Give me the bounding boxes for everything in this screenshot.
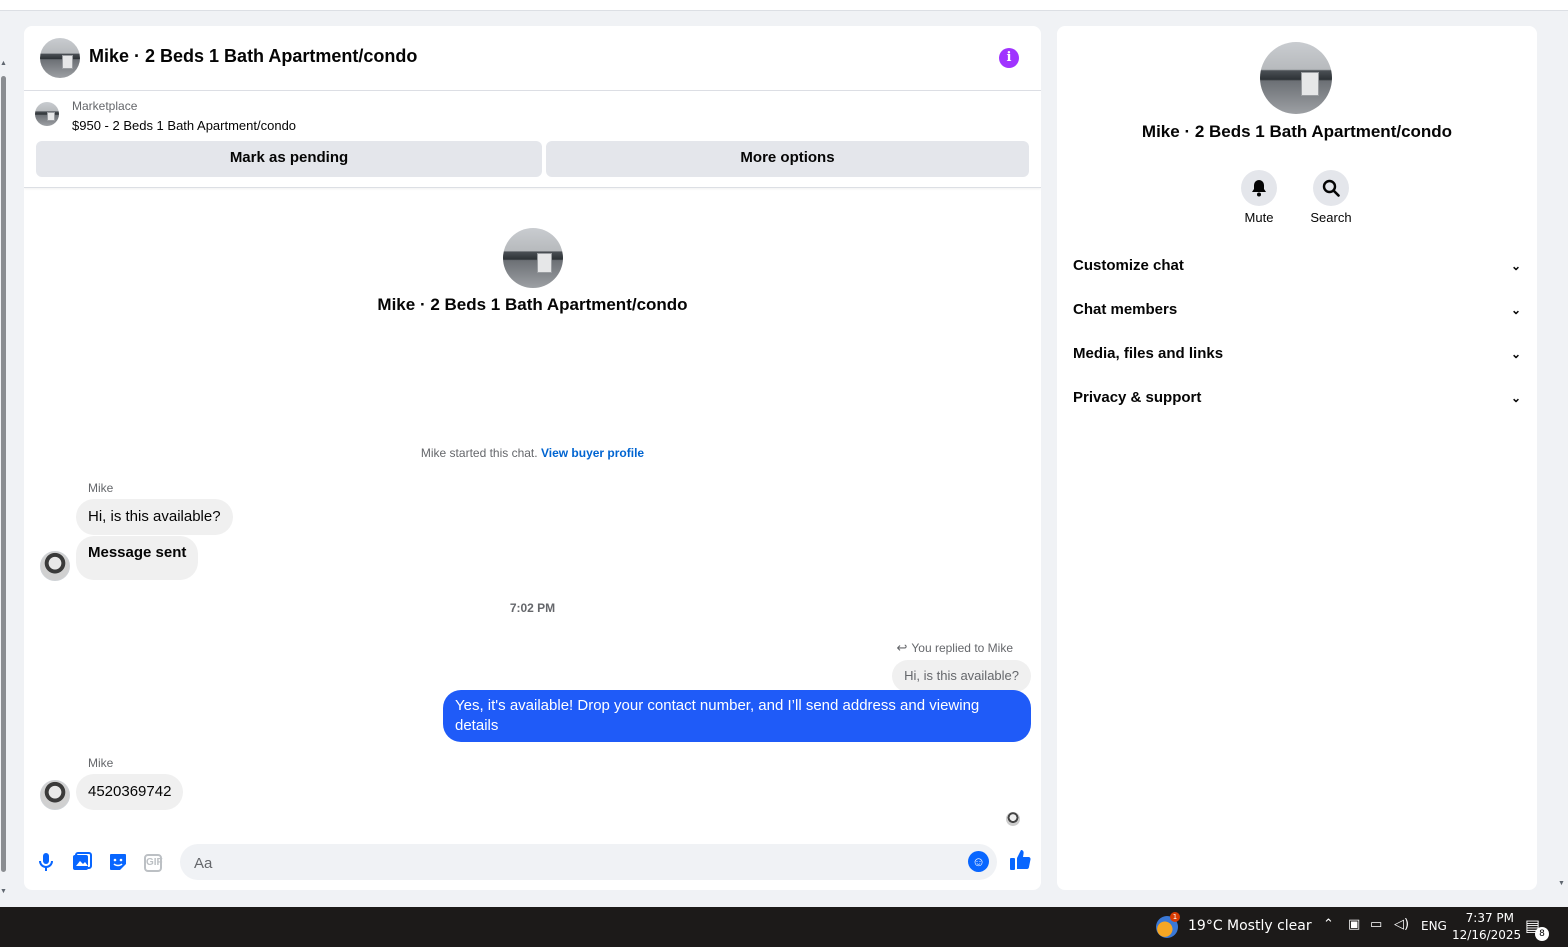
seen-receipt-avatar [1006, 812, 1020, 826]
message-composer: GIF ☺ [24, 842, 1041, 890]
language-indicator[interactable]: ENG [1421, 919, 1447, 933]
section-label: Media, files and links [1073, 345, 1224, 362]
section-label: Customize chat [1073, 257, 1184, 274]
sender-name: Mike [88, 756, 114, 770]
incoming-message[interactable]: Hi, is this available? [76, 499, 233, 535]
notifications-badge: 8 [1535, 927, 1549, 941]
mike-avatar[interactable] [40, 551, 70, 581]
outgoing-message[interactable]: Yes, it's available! Drop your contact n… [443, 690, 1031, 742]
thumbs-up-icon[interactable] [1009, 849, 1031, 877]
search-icon[interactable] [1313, 170, 1349, 206]
volume-icon[interactable]: ◁) [1394, 917, 1409, 932]
emoji-icon[interactable]: ☺ [968, 851, 989, 872]
clock[interactable]: 7:37 PM 12/16/2025 [1452, 910, 1522, 944]
section-media-files-links[interactable]: Media, files and links ⌄ [1073, 334, 1521, 374]
mike-avatar[interactable] [40, 780, 70, 810]
chat-title[interactable]: Mike · 2 Beds 1 Bath Apartment/condo [89, 46, 417, 67]
view-buyer-profile-link[interactable]: View buyer profile [541, 446, 644, 460]
reply-note: ↩ You replied to Mike [896, 640, 1013, 656]
incoming-message[interactable]: 4520369742 [76, 774, 184, 810]
incoming-message[interactable]: Message sent [76, 536, 199, 580]
listing-thumbnail[interactable] [35, 102, 59, 126]
mark-as-pending-button[interactable]: Mark as pending [36, 141, 542, 177]
mute-action[interactable]: Mute [1229, 170, 1289, 225]
clock-time: 7:37 PM [1465, 911, 1514, 925]
chevron-down-icon[interactable]: ⌄ [1511, 290, 1521, 330]
scroll-thumb[interactable] [1, 76, 6, 872]
section-label: Chat members [1073, 301, 1178, 318]
gif-icon[interactable]: GIF [144, 854, 163, 872]
listing-avatar[interactable] [40, 38, 80, 78]
network-icon[interactable]: ▭ [1370, 917, 1382, 932]
conversation-avatar[interactable] [503, 228, 563, 288]
right-scroll-arrow[interactable]: ▼ [1558, 880, 1568, 900]
section-privacy-support[interactable]: Privacy & support ⌄ [1073, 378, 1521, 418]
reply-note-text: You replied to Mike [911, 641, 1013, 655]
started-text: Mike started this chat. [420, 446, 538, 460]
scroll-down-arrow[interactable]: ▼ [0, 888, 7, 895]
scroll-up-arrow[interactable]: ▲ [0, 60, 7, 67]
chat-panel: Mike · 2 Beds 1 Bath Apartment/condo i M… [24, 26, 1041, 890]
chevron-down-icon[interactable]: ⌄ [1511, 378, 1521, 418]
weather-text[interactable]: 19°C Mostly clear [1188, 918, 1312, 934]
conversation-title: Mike · 2 Beds 1 Bath Apartment/condo [377, 295, 688, 314]
more-options-button[interactable]: More options [546, 141, 1029, 177]
details-title: Mike · 2 Beds 1 Bath Apartment/condo [1141, 122, 1453, 141]
meet-icon[interactable]: ▣ [1348, 917, 1360, 932]
taskbar: 1 19°C Mostly clear ⌃ ▣ ▭ ◁) ENG 7:37 PM… [0, 907, 1568, 947]
chevron-up-icon[interactable]: ⌃ [1323, 917, 1334, 932]
chevron-down-icon[interactable]: ⌄ [1511, 334, 1521, 374]
section-customize-chat[interactable]: Customize chat ⌄ [1073, 246, 1521, 286]
sender-name: Mike [88, 481, 114, 495]
clock-date: 12/16/2025 [1452, 928, 1522, 942]
chat-details-panel: Mike · 2 Beds 1 Bath Apartment/condo Mut… [1057, 26, 1537, 890]
microphone-icon[interactable] [35, 852, 57, 874]
marketplace-banner: Marketplace $950 - 2 Beds 1 Bath Apartme… [24, 91, 1041, 188]
bell-icon[interactable] [1241, 170, 1277, 206]
photo-icon[interactable] [71, 852, 93, 874]
quoted-message[interactable]: Hi, is this available? [892, 660, 1031, 692]
info-icon[interactable]: i [999, 48, 1019, 68]
chevron-down-icon[interactable]: ⌄ [1511, 246, 1521, 286]
marketplace-label: Marketplace [72, 99, 138, 113]
weather-badge: 1 [1170, 912, 1180, 922]
reply-arrow-icon: ↩ [896, 640, 908, 655]
browser-top-strip [0, 0, 1568, 11]
section-label: Privacy & support [1073, 389, 1202, 406]
message-input-box[interactable]: ☺ [180, 844, 997, 882]
chat-started-note: Mike started this chat. View buyer profi… [24, 446, 1041, 460]
page-scrollbar[interactable]: ▲ ▼ [0, 60, 8, 900]
chat-header: Mike · 2 Beds 1 Bath Apartment/condo i [24, 26, 1041, 91]
details-avatar[interactable] [1260, 42, 1332, 114]
message-input[interactable] [192, 844, 956, 882]
search-action[interactable]: Search [1301, 170, 1361, 225]
listing-price[interactable]: $950 - 2 Beds 1 Bath Apartment/condo [72, 118, 296, 133]
sticker-icon[interactable] [107, 852, 129, 874]
search-label: Search [1310, 210, 1352, 225]
mute-label: Mute [1244, 210, 1274, 225]
message-timestamp: 7:02 PM [509, 601, 556, 615]
section-chat-members[interactable]: Chat members ⌄ [1073, 290, 1521, 330]
